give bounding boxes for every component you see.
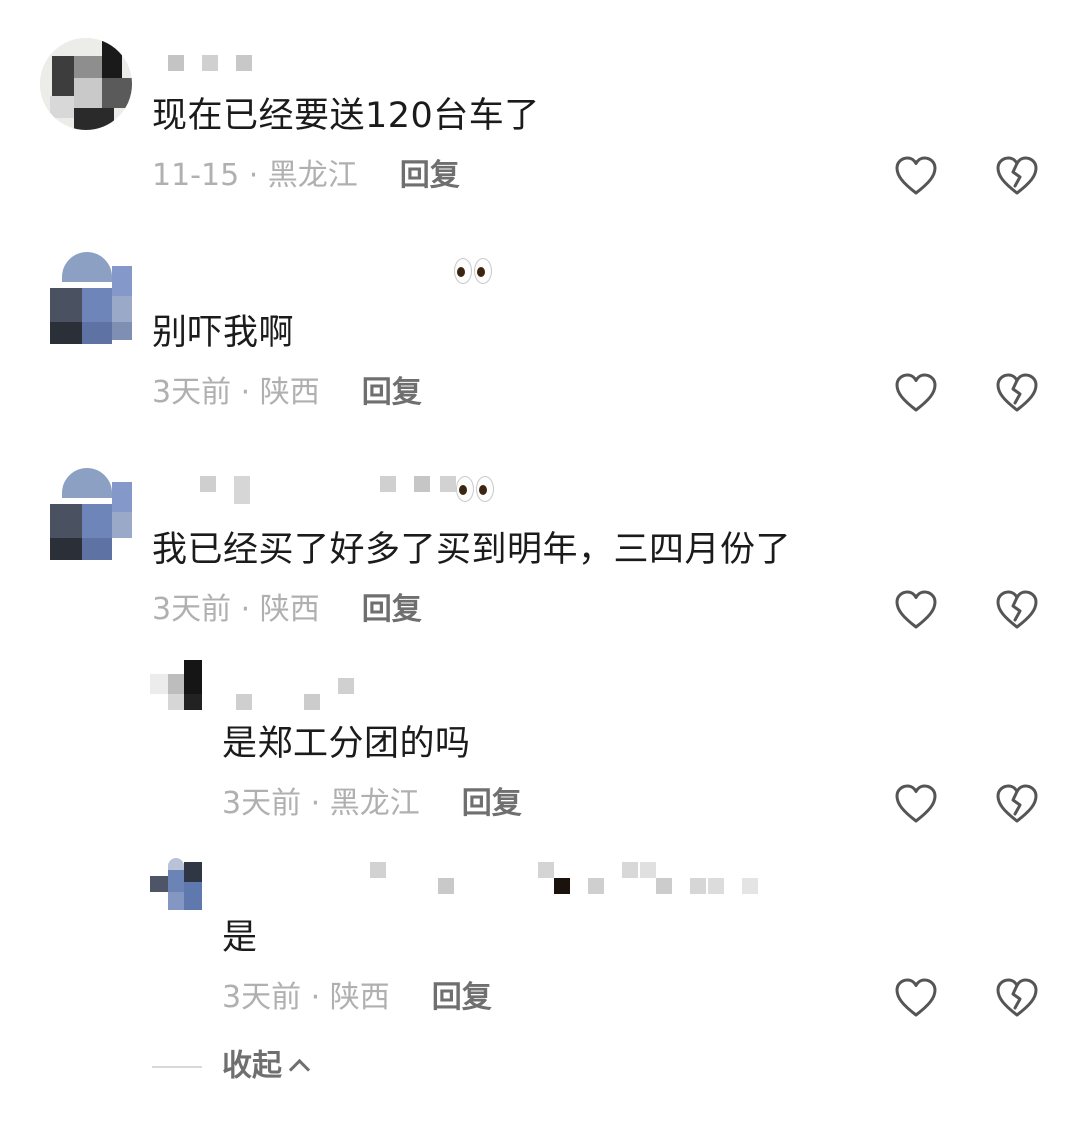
broken-heart-outline-icon [996, 978, 1038, 1017]
like-button[interactable] [893, 370, 939, 416]
dislike-button[interactable] [994, 975, 1040, 1021]
heart-outline-icon [895, 373, 937, 412]
like-button[interactable] [893, 587, 939, 633]
comment-time-location: 3天前 · 黑龙江 [222, 786, 420, 821]
avatar[interactable] [40, 252, 132, 344]
reply-button[interactable]: 回复 [362, 592, 422, 627]
username-redacted[interactable] [236, 678, 356, 710]
comment-text: 是 [222, 918, 258, 958]
comment-meta: 3天前 · 陕西 回复 [152, 590, 422, 630]
comment-meta: 11-15 · 黑龙江 回复 [152, 156, 460, 196]
username-redacted[interactable] [168, 55, 268, 79]
username-redacted[interactable] [370, 862, 760, 894]
like-button[interactable] [893, 781, 939, 827]
comment-meta: 3天前 · 陕西 回复 [222, 978, 492, 1018]
reply-button[interactable]: 回复 [362, 375, 422, 410]
comment-time-location: 11-15 · 黑龙江 [152, 158, 358, 193]
heart-outline-icon [895, 156, 937, 195]
chevron-up-icon [288, 1058, 311, 1081]
comment-time-location: 3天前 · 陕西 [222, 980, 390, 1015]
broken-heart-outline-icon [996, 156, 1038, 195]
collapse-replies-button[interactable]: 收起 [152, 1046, 311, 1086]
reply-button[interactable]: 回复 [462, 786, 522, 821]
dislike-button[interactable] [994, 781, 1040, 827]
reply-button[interactable]: 回复 [400, 158, 460, 193]
comment-time-location: 3天前 · 陕西 [152, 592, 320, 627]
comment-meta: 3天前 · 黑龙江 回复 [222, 784, 522, 824]
divider [152, 1065, 202, 1068]
comment-meta: 3天前 · 陕西 回复 [152, 373, 422, 413]
dislike-button[interactable] [994, 370, 1040, 416]
avatar[interactable] [150, 858, 202, 910]
avatar[interactable] [40, 38, 132, 130]
collapse-label: 收起 [222, 1048, 282, 1084]
broken-heart-outline-icon [996, 373, 1038, 412]
eyes-emoji [456, 476, 496, 507]
comment-text: 别吓我啊 [152, 313, 295, 353]
dislike-button[interactable] [994, 587, 1040, 633]
comment-time-location: 3天前 · 陕西 [152, 375, 320, 410]
like-button[interactable] [893, 975, 939, 1021]
dislike-button[interactable] [994, 153, 1040, 199]
heart-outline-icon [895, 784, 937, 823]
eyes-emoji [454, 258, 494, 289]
reply-button[interactable]: 回复 [432, 980, 492, 1015]
avatar[interactable] [40, 468, 132, 560]
heart-outline-icon [895, 590, 937, 629]
heart-outline-icon [895, 978, 937, 1017]
comment-text: 现在已经要送120台车了 [152, 96, 540, 136]
like-button[interactable] [893, 153, 939, 199]
comment-text: 我已经买了好多了买到明年，三四月份了 [152, 530, 792, 570]
username-redacted[interactable] [200, 476, 460, 504]
broken-heart-outline-icon [996, 784, 1038, 823]
avatar[interactable] [150, 660, 202, 712]
comment-text: 是郑工分团的吗 [222, 724, 471, 764]
broken-heart-outline-icon [996, 590, 1038, 629]
